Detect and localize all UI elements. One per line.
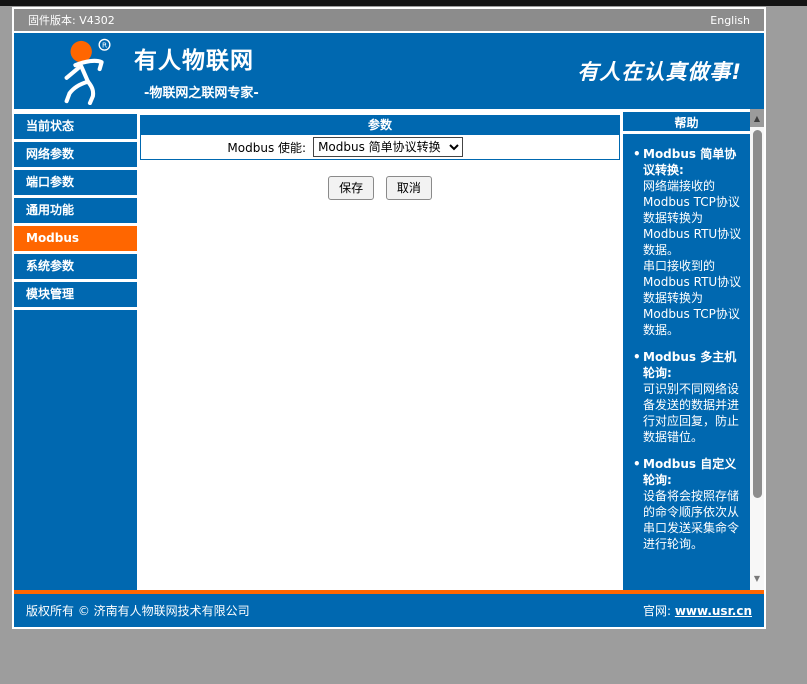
scrollbar[interactable]: ▲ ▼ — [750, 109, 764, 590]
content-body: 当前状态 网络参数 端口参数 通用功能 Modbus — [14, 109, 764, 590]
brand-title-block: 有人物联网 -物联网之联网专家- — [134, 41, 259, 101]
brand-subtitle: -物联网之联网专家- — [144, 82, 259, 101]
help-item-text: 可识别不同网络设备发送的数据并进行对应回复，防止数据错位。 — [643, 381, 745, 445]
sidebar-item[interactable]: 当前状态 — [14, 114, 137, 139]
help-panel: 帮助 Modbus 简单协议转换: 网络端接收的Modbus TCP协议数据转换… — [623, 109, 750, 590]
sidebar-item[interactable]: 通用功能 — [14, 198, 137, 223]
top-bar: 固件版本: V4302 English — [14, 9, 764, 33]
sidebar-item-label: 当前状态 — [26, 119, 74, 133]
sidebar-menu: 当前状态 网络参数 端口参数 通用功能 Modbus — [14, 109, 137, 590]
website-link[interactable]: www.usr.cn — [675, 604, 752, 618]
sidebar-item[interactable]: Modbus — [14, 226, 137, 251]
modbus-enable-label: Modbus 使能: — [141, 139, 313, 156]
scroll-down-icon[interactable]: ▼ — [750, 574, 764, 584]
english-language-link[interactable]: English — [710, 14, 750, 27]
registered-mark: R — [102, 40, 107, 49]
page-footer: 版权所有 © 济南有人物联网技术有限公司 官网: www.usr.cn — [14, 594, 764, 627]
scroll-up-icon[interactable]: ▲ — [750, 109, 764, 127]
help-item-heading: Modbus 自定义轮询: — [643, 456, 745, 488]
help-item: Modbus 自定义轮询: 设备将会按照存储的命令顺序依次从串口发送采集命令进行… — [632, 456, 745, 552]
help-item-heading: Modbus 简单协议转换: — [643, 146, 745, 178]
sidebar-item-label: 模块管理 — [26, 287, 74, 301]
action-buttons: 保存 取消 — [140, 176, 620, 200]
sidebar-item-label: 通用功能 — [26, 203, 74, 217]
help-item: Modbus 多主机轮询: 可识别不同网络设备发送的数据并进行对应回复，防止数据… — [632, 349, 745, 445]
usr-logo-icon: R — [54, 37, 122, 105]
modbus-enable-row: Modbus 使能: Modbus 简单协议转换 — [141, 135, 619, 159]
page-container: 固件版本: V4302 English R 有人物联网 -物联网之联网专家- 有… — [12, 7, 766, 629]
firmware-version-label: 固件版本: V4302 — [28, 12, 115, 28]
cancel-button[interactable]: 取消 — [386, 176, 432, 200]
help-item-text: 设备将会按照存储的命令顺序依次从串口发送采集命令进行轮询。 — [643, 488, 745, 552]
sidebar-item-label: 系统参数 — [26, 259, 74, 273]
brand-slogan: 有人在认真做事! — [577, 56, 742, 86]
sidebar-item[interactable]: 端口参数 — [14, 170, 137, 195]
scrollbar-thumb[interactable] — [753, 130, 762, 498]
save-button[interactable]: 保存 — [328, 176, 374, 200]
sidebar-item[interactable]: 系统参数 — [14, 254, 137, 279]
top-black-strip — [0, 0, 807, 6]
help-item: Modbus 简单协议转换: 网络端接收的Modbus TCP协议数据转换为Mo… — [632, 146, 745, 338]
modbus-enable-select[interactable]: Modbus 简单协议转换 — [313, 137, 463, 157]
website-label: 官网: — [643, 604, 671, 618]
copyright-text: 版权所有 © 济南有人物联网技术有限公司 — [26, 602, 250, 619]
help-item-text: 网络端接收的Modbus TCP协议数据转换为Modbus RTU协议数据。串口… — [643, 178, 745, 338]
sidebar-item-label: Modbus — [26, 231, 79, 245]
sidebar-item-label: 网络参数 — [26, 147, 74, 161]
page-header: R 有人物联网 -物联网之联网专家- 有人在认真做事! — [14, 33, 764, 109]
help-panel-body: Modbus 简单协议转换: 网络端接收的Modbus TCP协议数据转换为Mo… — [623, 134, 750, 590]
sidebar-item-label: 端口参数 — [26, 175, 74, 189]
sidebar-item[interactable]: 模块管理 — [14, 282, 137, 307]
help-item-heading: Modbus 多主机轮询: — [643, 349, 745, 381]
help-panel-title: 帮助 — [623, 112, 750, 134]
parameters-table-title: 参数 — [141, 116, 619, 135]
brand-title: 有人物联网 — [134, 41, 259, 75]
website-block: 官网: www.usr.cn — [643, 602, 752, 619]
sidebar-item[interactable]: 网络参数 — [14, 142, 137, 167]
main-panel: 参数 Modbus 使能: Modbus 简单协议转换 保存 取消 — [137, 109, 623, 590]
parameters-table: 参数 Modbus 使能: Modbus 简单协议转换 — [140, 115, 620, 160]
